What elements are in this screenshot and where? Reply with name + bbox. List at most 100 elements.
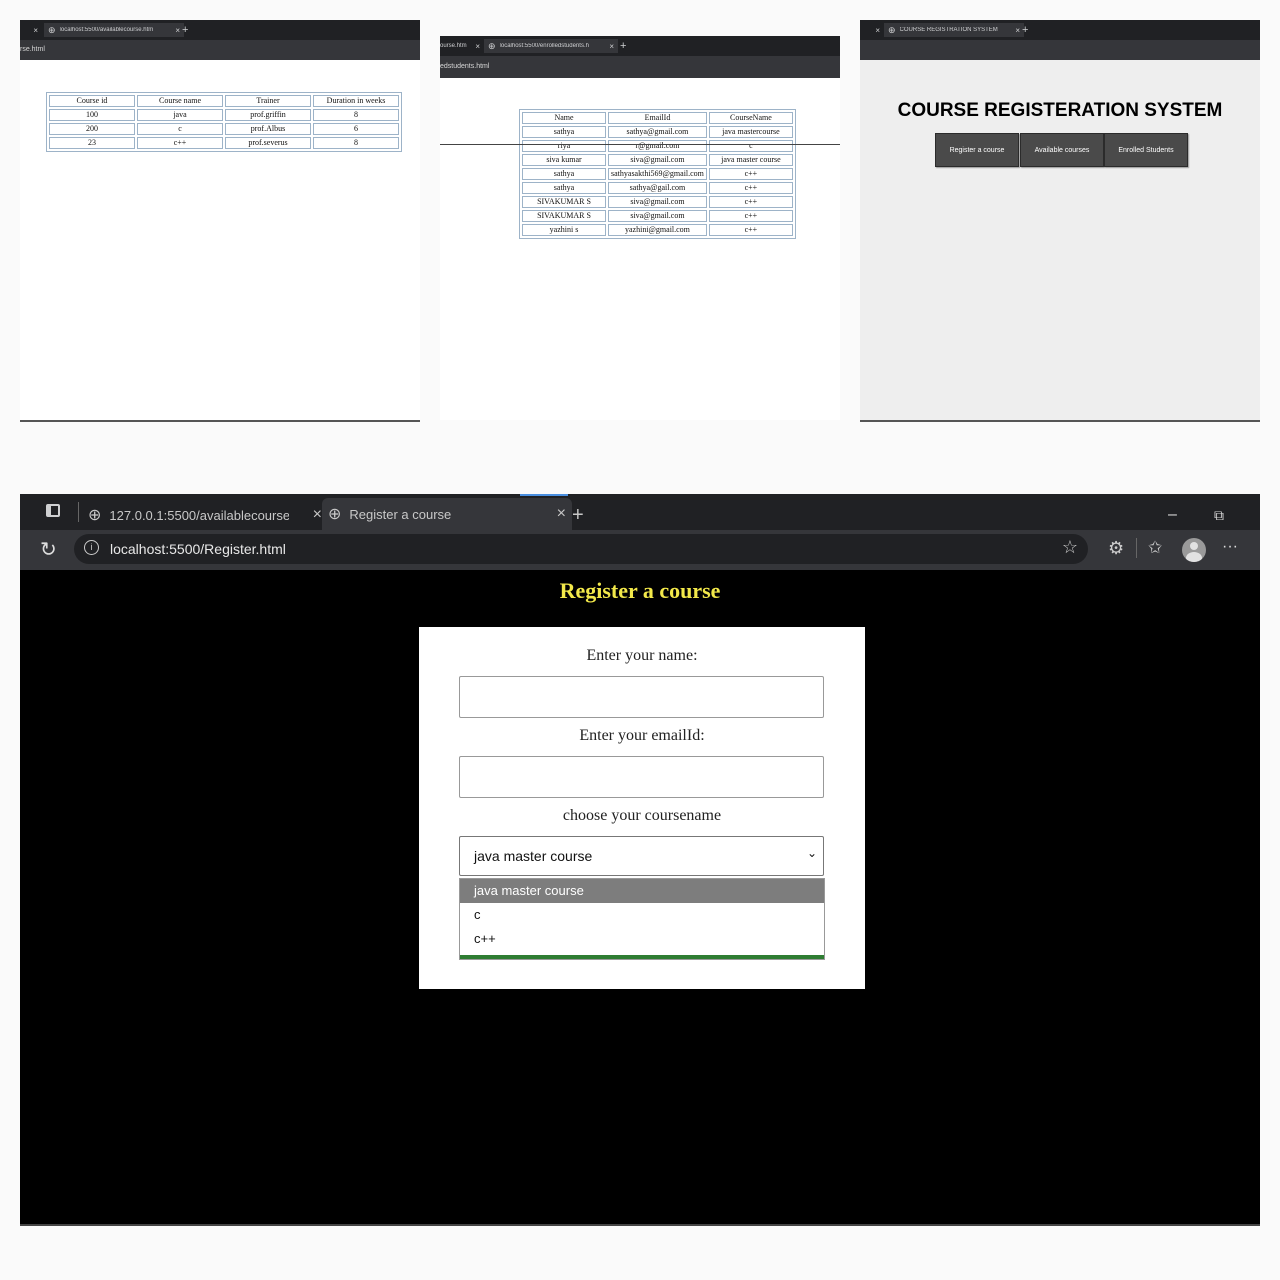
toolbar: ↻ i localhost:5500/Register.html ☆ ⚙ ✩ ·…	[20, 530, 1260, 570]
globe-icon: ⊕	[328, 506, 342, 523]
tab-strip: ourse.htm × ⊕ localhost:5500/enrolledstu…	[440, 36, 840, 56]
enrolled-students-window: ourse.htm × ⊕ localhost:5500/enrolledstu…	[440, 36, 840, 420]
restore-button[interactable]: ⧉	[1214, 500, 1224, 530]
course-select[interactable]: java master course ⌄	[459, 836, 824, 876]
table-row: yazhini s yazhini@gmail.com c++	[522, 224, 793, 236]
loading-indicator	[520, 494, 568, 496]
table-cell: sathya@gmail.com	[608, 126, 707, 138]
more-menu-icon[interactable]: ···	[1222, 538, 1238, 556]
favorites-icon[interactable]: ✩	[1148, 538, 1162, 558]
tab-title: Register a course	[349, 506, 452, 522]
new-tab-button[interactable]: +	[1022, 23, 1028, 37]
email-input[interactable]	[459, 756, 824, 798]
tab-close-icon[interactable]: ×	[471, 42, 480, 51]
tab-strip: × ⊕ localhost:5500/availablecourse.htm ×…	[20, 20, 420, 40]
course-select-value: java master course	[474, 848, 593, 864]
table-row: 100 java prof.griffin 8	[49, 109, 399, 121]
favorite-star-icon[interactable]: ☆	[1062, 537, 1078, 558]
table-cell: r@gmail.com	[608, 140, 707, 152]
address-bar[interactable]	[860, 40, 1260, 60]
table-cell: java mastercourse	[708, 126, 793, 138]
available-courses-button[interactable]: Available courses	[1020, 133, 1104, 167]
home-window: × ⊕ COURSE REGISTRATION SYSTEM × + COURS…	[860, 20, 1260, 422]
tab-register-course[interactable]: ⊕ Register a course ×	[322, 498, 572, 530]
tab-actions-icon[interactable]	[46, 504, 60, 517]
table-cell: siva@gmail.com	[608, 210, 707, 222]
table-cell: 6	[313, 123, 399, 135]
table-header-row: Name EmailId CourseName	[522, 112, 793, 124]
tab-title: COURSE REGISTRATION SYSTEM	[899, 27, 998, 33]
info-icon[interactable]: i	[84, 540, 99, 555]
url-text: edstudents.html	[440, 63, 490, 70]
tab-partial[interactable]: ourse.htm ×	[440, 39, 480, 53]
tab-title: ourse.htm	[440, 43, 467, 49]
name-label: Enter your name:	[586, 647, 698, 664]
new-tab-button[interactable]: +	[572, 500, 584, 530]
tab-partial[interactable]: ×	[20, 23, 38, 37]
table-cell: 200	[49, 123, 135, 135]
tab-title: localhost:5500/enrolledstudents.h	[499, 43, 589, 49]
students-table: Name EmailId CourseName sathya sathya@gmail.…	[519, 109, 796, 239]
chevron-down-icon: ⌄	[806, 846, 817, 860]
tab-title: 127.0.0.1:5500/availablecourse.htm	[109, 507, 290, 523]
new-tab-button[interactable]: +	[182, 23, 188, 37]
tab-enrolled-students[interactable]: ⊕ localhost:5500/enrolledstudents.h ×	[484, 39, 618, 53]
url-text: localhost:5500/Register.html	[110, 541, 286, 557]
tab-close-icon[interactable]: ×	[557, 505, 566, 523]
submit-button-edge[interactable]	[460, 955, 824, 959]
table-cell: c	[708, 140, 793, 152]
table-cell: prof.griffin	[225, 109, 311, 121]
table-row: sathya sathyasakthi569@gmail.com c++	[522, 168, 793, 180]
tab-close-icon[interactable]: ×	[605, 42, 614, 51]
tab-available-courses[interactable]: ⊕ 127.0.0.1:5500/availablecourse.htm ×	[84, 500, 326, 530]
divider	[78, 502, 79, 522]
tab-strip: × ⊕ COURSE REGISTRATION SYSTEM × +	[860, 20, 1260, 40]
table-header-cell: Duration in weeks	[313, 95, 399, 107]
minimize-button[interactable]: –	[1168, 500, 1177, 530]
enrolled-students-button[interactable]: Enrolled Students	[1104, 133, 1188, 167]
tab-close-icon[interactable]: ×	[171, 26, 180, 35]
new-tab-button[interactable]: +	[620, 39, 626, 53]
address-bar[interactable]: i localhost:5500/Register.html ☆	[74, 534, 1088, 564]
reload-icon[interactable]: ↻	[40, 537, 57, 562]
tab-partial[interactable]: ×	[860, 23, 880, 37]
tab-available-courses[interactable]: ⊕ localhost:5500/availablecourse.htm ×	[44, 23, 184, 37]
address-bar[interactable]: edstudents.html	[440, 56, 840, 78]
tab-close-icon[interactable]: ×	[313, 506, 322, 524]
table-cell: sathya@gail.com	[608, 182, 707, 194]
course-label: choose your coursename	[562, 807, 722, 824]
divider	[1136, 538, 1137, 558]
extensions-icon[interactable]: ⚙	[1108, 538, 1124, 559]
dropdown-option[interactable]: c++	[460, 927, 824, 951]
tab-close-icon[interactable]: ×	[1011, 26, 1020, 35]
dropdown-option[interactable]: java master course	[460, 879, 824, 903]
table-cell: c++	[137, 137, 223, 149]
address-bar[interactable]: rse.html	[20, 40, 420, 60]
register-course-button[interactable]: Register a course	[935, 133, 1019, 167]
tab-home[interactable]: ⊕ COURSE REGISTRATION SYSTEM ×	[884, 23, 1024, 37]
table-cell: c++	[708, 182, 793, 194]
dropdown-option[interactable]: c	[460, 903, 824, 927]
name-input[interactable]	[459, 676, 824, 718]
available-courses-window: × ⊕ localhost:5500/availablecourse.htm ×…	[20, 20, 420, 422]
table-cell: yazhini@gmail.com	[608, 224, 707, 236]
page-title: COURSE REGISTERATION SYSTEM	[897, 100, 1223, 121]
tab-close-icon[interactable]: ×	[871, 26, 880, 35]
course-dropdown-list: java master course c c++	[459, 878, 825, 960]
table-cell: 100	[49, 109, 135, 121]
table-header-row: Course id Course name Trainer Duration in w…	[49, 95, 399, 107]
table-row: 200 c prof.Albus 6	[49, 123, 399, 135]
table-cell: yazhini s	[522, 224, 606, 236]
table-cell: java master course	[708, 154, 793, 166]
table-cell: 8	[313, 109, 399, 121]
table-cell: prof.Albus	[225, 123, 311, 135]
table-cell: sathyasakthi569@gmail.com	[608, 168, 707, 180]
table-cell: c++	[708, 224, 793, 236]
table-cell: siva@gmail.com	[608, 196, 707, 208]
table-cell: SIVAKUMAR S	[522, 210, 606, 222]
table-cell: sathya	[522, 168, 606, 180]
avatar[interactable]	[1182, 538, 1206, 562]
table-cell: sathya	[522, 126, 606, 138]
globe-icon: ⊕	[488, 40, 496, 51]
tab-close-icon[interactable]: ×	[29, 26, 38, 35]
